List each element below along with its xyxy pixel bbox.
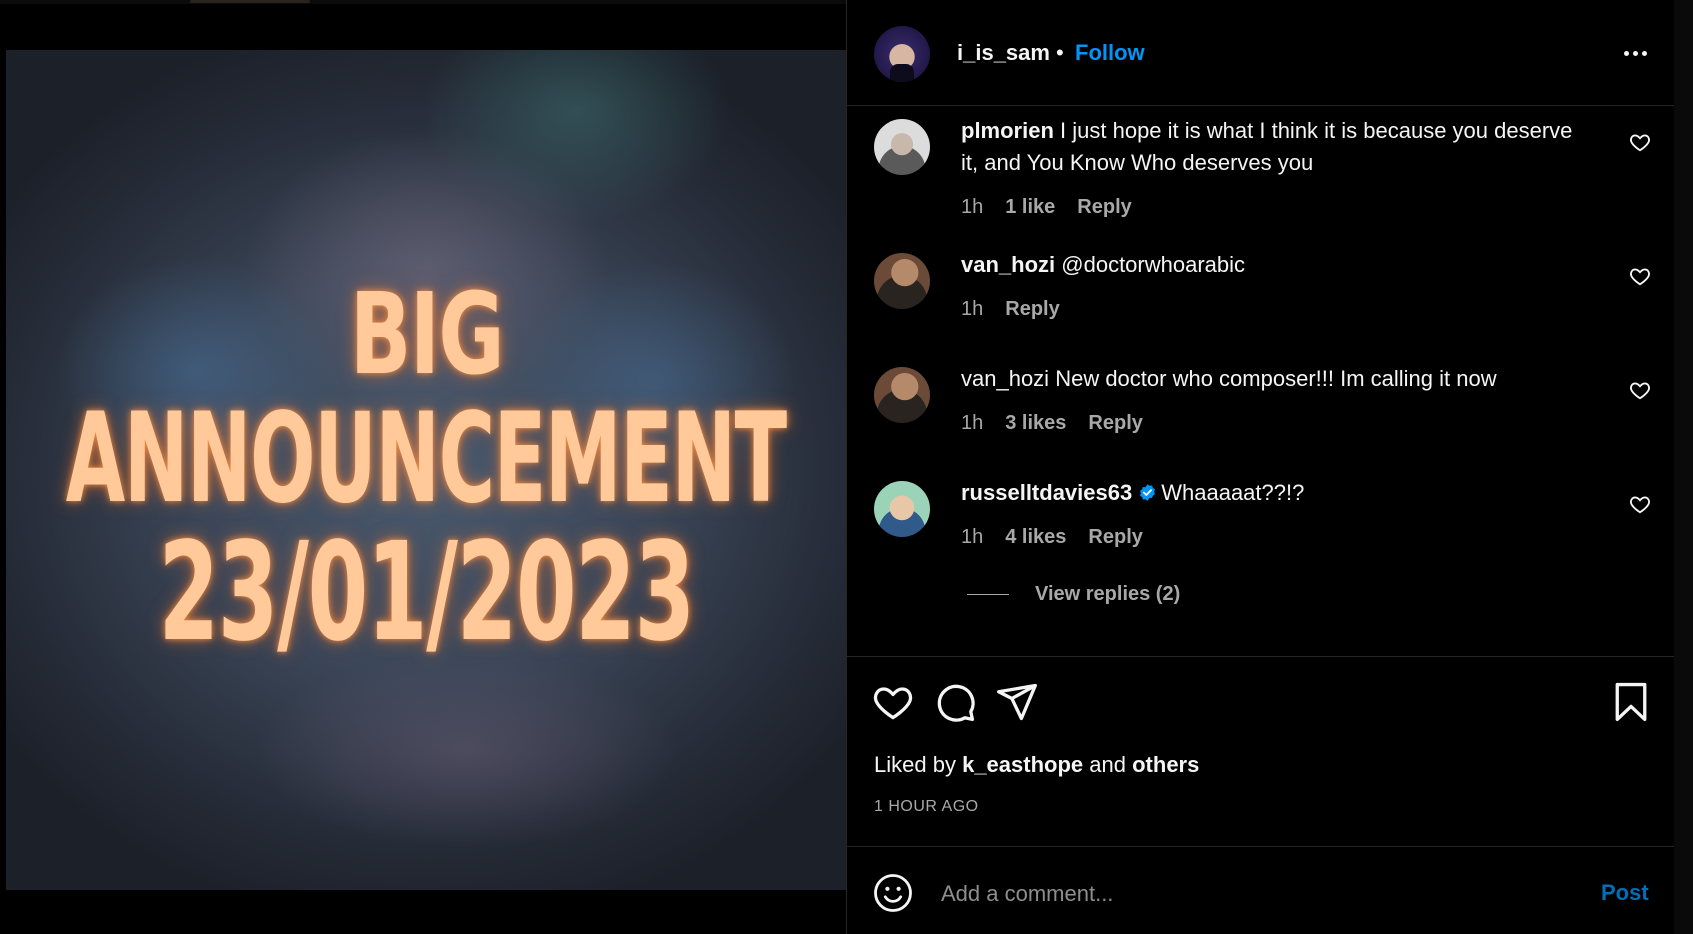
commenter-avatar[interactable] <box>874 481 930 537</box>
post-details-panel: i_is_sam • Follow plmorien I just hope i… <box>846 0 1675 934</box>
comment-meta: 1h 3 likes Reply <box>961 412 1143 435</box>
previous-post-strip <box>0 0 846 4</box>
commenter-avatar[interactable] <box>874 119 930 175</box>
comment-body: van_hozi New doctor who composer!!! Im c… <box>961 363 1591 395</box>
liked-by-text: Liked by k_easthope and others <box>874 752 1199 778</box>
post-image[interactable]: BIG ANNOUNCEMENT 23/01/2023 <box>6 50 846 890</box>
post-comment-button[interactable]: Post <box>1601 880 1649 906</box>
comment-meta: 1h 1 like Reply <box>961 196 1132 219</box>
comment-text: New doctor who composer!!! Im calling it… <box>1055 366 1497 391</box>
commenter-username[interactable]: russelltdavies63 <box>961 480 1132 505</box>
announcement-line-1: BIG <box>349 270 504 400</box>
share-icon[interactable] <box>995 680 1039 724</box>
comment-likes[interactable]: 4 likes <box>1005 526 1066 549</box>
divider <box>847 656 1675 657</box>
view-replies-button[interactable]: View replies (2) <box>967 583 1180 606</box>
post-timestamp[interactable]: 1 HOUR AGO <box>874 798 979 816</box>
reply-button[interactable]: Reply <box>1088 412 1142 435</box>
comment-time: 1h <box>961 196 984 218</box>
post-media-area: BIG ANNOUNCEMENT 23/01/2023 <box>0 0 846 934</box>
more-options-icon[interactable] <box>1615 38 1655 68</box>
reply-button[interactable]: Reply <box>1005 298 1059 321</box>
comment-meta: 1h 4 likes Reply <box>961 526 1143 549</box>
announcement-text: BIG ANNOUNCEMENT 23/01/2023 <box>6 50 846 890</box>
emoji-icon[interactable] <box>872 872 914 914</box>
liked-by-middle: and <box>1089 752 1126 777</box>
announcement-line-2: ANNOUNCEMENT <box>65 387 787 531</box>
verified-badge-icon <box>1140 484 1156 501</box>
bookmark-icon[interactable] <box>1609 680 1653 724</box>
commenter-username[interactable]: van_hozi <box>961 366 1049 391</box>
divider <box>847 846 1675 847</box>
post-header: i_is_sam • Follow <box>847 0 1675 106</box>
comments-list: plmorien I just hope it is what I think … <box>847 107 1675 657</box>
liked-by-prefix: Liked by <box>874 752 956 777</box>
author-avatar[interactable] <box>874 26 930 82</box>
view-replies-line <box>967 594 1009 595</box>
comment-like-heart-icon[interactable] <box>1629 131 1651 153</box>
comment-body: russelltdavies63 Whaaaaat??!? <box>961 477 1591 509</box>
comment-body: plmorien I just hope it is what I think … <box>961 115 1591 179</box>
commenter-avatar[interactable] <box>874 253 930 309</box>
announcement-date: 23/01/2023 <box>158 514 695 672</box>
comment-like-heart-icon[interactable] <box>1629 379 1651 401</box>
separator-dot: • <box>1056 40 1064 65</box>
comment-text[interactable]: @doctorwhoarabic <box>1061 252 1245 277</box>
author-username[interactable]: i_is_sam <box>957 40 1050 66</box>
commenter-username[interactable]: plmorien <box>961 118 1054 143</box>
comment-time: 1h <box>961 298 984 320</box>
comment-text: Whaaaaat??!? <box>1161 480 1305 505</box>
heart-icon[interactable] <box>871 680 915 724</box>
comment-meta: 1h Reply <box>961 298 1060 321</box>
comment-body: van_hozi @doctorwhoarabic <box>961 249 1591 281</box>
follow-button[interactable]: Follow <box>1075 40 1145 66</box>
commenter-avatar[interactable] <box>874 367 930 423</box>
reply-button[interactable]: Reply <box>1077 196 1131 219</box>
comment-likes[interactable]: 1 like <box>1005 196 1055 219</box>
add-comment-input[interactable] <box>941 874 1581 914</box>
window-edge <box>1674 0 1693 934</box>
comment-likes[interactable]: 3 likes <box>1005 412 1066 435</box>
reply-button[interactable]: Reply <box>1088 526 1142 549</box>
commenter-username[interactable]: van_hozi <box>961 252 1055 277</box>
comment-like-heart-icon[interactable] <box>1629 265 1651 287</box>
view-replies-label: View replies (2) <box>1035 583 1181 605</box>
comment-time: 1h <box>961 526 984 548</box>
liked-by-user[interactable]: k_easthope <box>962 752 1083 777</box>
comment-time: 1h <box>961 412 984 434</box>
liked-by-others[interactable]: others <box>1132 752 1199 777</box>
comment-like-heart-icon[interactable] <box>1629 493 1651 515</box>
comment-icon[interactable] <box>933 680 977 724</box>
